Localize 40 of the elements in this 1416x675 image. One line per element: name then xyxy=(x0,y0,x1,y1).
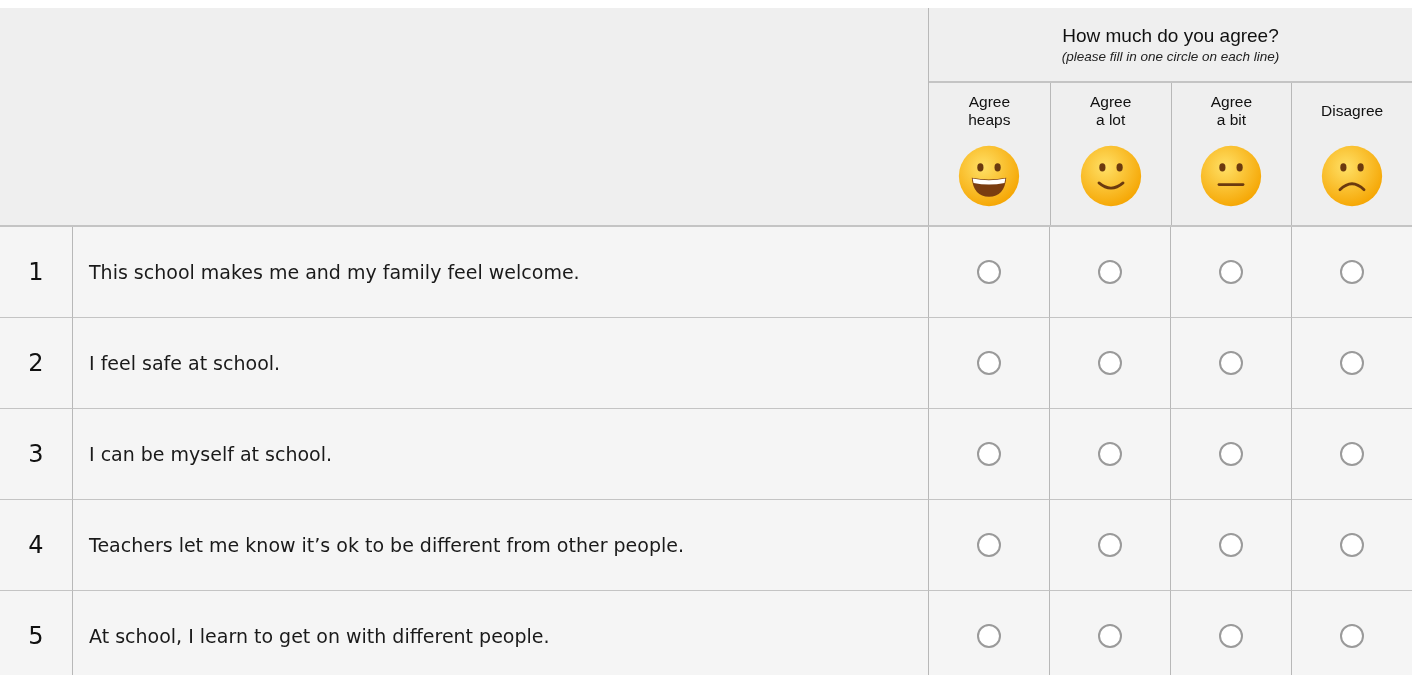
grinning-face-icon xyxy=(958,145,1021,207)
option-label: Agree a lot xyxy=(1089,93,1132,129)
smiling-face-icon xyxy=(1079,145,1142,207)
answer-radio[interactable] xyxy=(1340,351,1364,375)
frowning-face-icon xyxy=(1321,145,1384,207)
answer-radio[interactable] xyxy=(977,260,1001,284)
question-text: At school, I learn to get on with different people. xyxy=(89,625,550,647)
answer-radio[interactable] xyxy=(977,533,1001,557)
answer-radio[interactable] xyxy=(1219,260,1243,284)
question-number: 4 xyxy=(0,500,73,591)
answer-radio[interactable] xyxy=(977,442,1001,466)
answer-radio[interactable] xyxy=(1098,624,1122,648)
answer-radio[interactable] xyxy=(1340,533,1364,557)
instruction-text: (please fill in one circle on each line) xyxy=(1061,49,1280,64)
answer-radio[interactable] xyxy=(1340,260,1364,284)
answer-radio[interactable] xyxy=(1219,624,1243,648)
question-number: 3 xyxy=(0,409,73,500)
question-number: 5 xyxy=(0,591,73,675)
answer-radio[interactable] xyxy=(1340,624,1364,648)
question-text: This school makes me and my family feel welcome. xyxy=(89,261,580,283)
neutral-face-icon xyxy=(1200,145,1263,207)
question-text: Teachers let me know it’s ok to be different from other people. xyxy=(89,534,684,556)
answer-radio[interactable] xyxy=(1340,442,1364,466)
question-text: I feel safe at school. xyxy=(89,352,281,374)
question-text: I can be myself at school. xyxy=(89,443,333,465)
option-label: Agree heaps xyxy=(968,93,1011,129)
answer-radio[interactable] xyxy=(1098,533,1122,557)
answer-radio[interactable] xyxy=(1219,442,1243,466)
answer-radio[interactable] xyxy=(1098,260,1122,284)
question-heading: How much do you agree? xyxy=(1062,25,1279,47)
question-number: 2 xyxy=(0,318,73,409)
option-label: Agree a bit xyxy=(1210,93,1253,129)
answer-radio[interactable] xyxy=(977,624,1001,648)
answer-radio[interactable] xyxy=(1219,351,1243,375)
option-label: Disagree xyxy=(1321,101,1384,121)
answer-radio[interactable] xyxy=(1098,351,1122,375)
answer-radio[interactable] xyxy=(1219,533,1243,557)
answer-radio[interactable] xyxy=(1098,442,1122,466)
answer-radio[interactable] xyxy=(977,351,1001,375)
question-number: 1 xyxy=(0,227,73,318)
